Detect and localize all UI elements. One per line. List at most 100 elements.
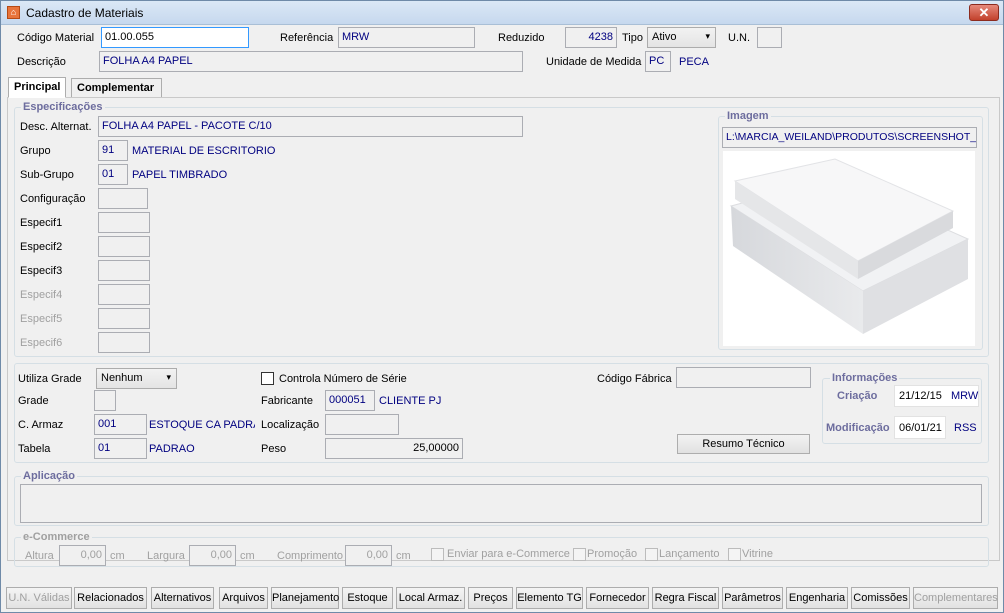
chevron-down-icon: ▾ bbox=[166, 372, 171, 382]
codigo-input[interactable]: 01.00.055 bbox=[101, 27, 249, 48]
fornecedor-button[interactable]: Fornecedor bbox=[586, 587, 649, 609]
codigo-fabrica-input[interactable] bbox=[676, 367, 811, 388]
unidade-label: Unidade de Medida bbox=[546, 56, 642, 68]
especif1-label: Especif1 bbox=[20, 217, 63, 229]
alternativos-button[interactable]: Alternativos bbox=[151, 587, 214, 609]
especif5-label: Especif5 bbox=[20, 313, 63, 325]
tabela-desc: PADRAO bbox=[149, 443, 195, 455]
engenharia-button[interactable]: Engenharia bbox=[786, 587, 848, 609]
estoque-button[interactable]: Estoque bbox=[342, 587, 393, 609]
especif3-input[interactable] bbox=[98, 260, 150, 281]
tipo-select[interactable]: Ativo ▾ bbox=[647, 27, 716, 48]
especif1-input[interactable] bbox=[98, 212, 150, 233]
un-input[interactable] bbox=[757, 27, 782, 48]
tab-principal[interactable]: Principal bbox=[8, 77, 67, 98]
grade-input[interactable] bbox=[94, 390, 116, 411]
elemento-tg-button[interactable]: Elemento TG bbox=[516, 587, 583, 609]
ecommerce-title: e-Commerce bbox=[21, 531, 92, 543]
especif6-label: Especif6 bbox=[20, 337, 63, 349]
modificacao-label: Modificação bbox=[826, 422, 890, 434]
informacoes-title: Informações bbox=[830, 372, 900, 384]
comprimento-label: Comprimento bbox=[277, 550, 344, 562]
grupo-desc: MATERIAL DE ESCRITORIO bbox=[132, 145, 276, 157]
especif3-label: Especif3 bbox=[20, 265, 63, 277]
close-button[interactable]: ✕ bbox=[969, 4, 999, 21]
altura-label: Altura bbox=[25, 550, 54, 562]
precos-button[interactable]: Preços bbox=[468, 587, 513, 609]
especif6-input bbox=[98, 332, 150, 353]
altura-unit: cm bbox=[110, 550, 125, 562]
planejamento-button[interactable]: Planejamento bbox=[271, 587, 339, 609]
promocao-checkbox bbox=[573, 548, 586, 561]
especif5-input bbox=[98, 308, 150, 329]
modificacao-user: RSS bbox=[954, 422, 977, 434]
utiliza-grade-value: Nenhum bbox=[101, 372, 143, 384]
window-title: Cadastro de Materiais bbox=[26, 6, 144, 20]
lancamento-label: Lançamento bbox=[659, 548, 720, 560]
localizacao-input[interactable] bbox=[325, 414, 399, 435]
codigo-label: Código Material bbox=[17, 32, 95, 44]
referencia-input[interactable]: MRW bbox=[338, 27, 475, 48]
largura-label: Largura bbox=[147, 550, 185, 562]
descricao-input[interactable]: FOLHA A4 PAPEL bbox=[99, 51, 523, 72]
desc-alt-input[interactable]: FOLHA A4 PAPEL - PACOTE C/10 bbox=[98, 116, 523, 137]
altura-input: 0,00 bbox=[59, 545, 106, 566]
largura-input: 0,00 bbox=[189, 545, 236, 566]
app-icon: ⌂ bbox=[7, 6, 20, 19]
grupo-code-input[interactable]: 91 bbox=[98, 140, 128, 161]
comissoes-button[interactable]: Comissões bbox=[851, 587, 910, 609]
resumo-tecnico-button[interactable]: Resumo Técnico bbox=[677, 434, 810, 454]
configuracao-label: Configuração bbox=[20, 193, 86, 205]
utiliza-grade-select[interactable]: Nenhum ▾ bbox=[96, 368, 177, 389]
reduzido-input[interactable]: 4238 bbox=[565, 27, 617, 48]
grupo-label: Grupo bbox=[20, 145, 51, 157]
fabricante-code-input[interactable]: 000051 bbox=[325, 390, 375, 411]
local-armaz-button[interactable]: Local Armaz. bbox=[396, 587, 465, 609]
configuracao-input[interactable] bbox=[98, 188, 148, 209]
reduzido-label: Reduzido bbox=[498, 32, 545, 44]
c-armaz-label: C. Armaz bbox=[18, 419, 64, 431]
regra-fiscal-button[interactable]: Regra Fiscal bbox=[652, 587, 719, 609]
fabricante-label: Fabricante bbox=[261, 395, 313, 407]
peso-input[interactable]: 25,00000 bbox=[325, 438, 463, 459]
enviar-ecommerce-checkbox bbox=[431, 548, 444, 561]
comprimento-unit: cm bbox=[396, 550, 411, 562]
criacao-label: Criação bbox=[837, 390, 878, 402]
tab-complementar[interactable]: Complementar bbox=[71, 78, 162, 98]
controla-serie-label: Controla Número de Série bbox=[279, 373, 407, 385]
relacionados-button[interactable]: Relacionados bbox=[74, 587, 147, 609]
utiliza-grade-label: Utiliza Grade bbox=[18, 373, 82, 385]
tipo-label: Tipo bbox=[622, 32, 643, 44]
localizacao-label: Localização bbox=[261, 419, 320, 431]
codigo-fabrica-label: Código Fábrica bbox=[597, 373, 672, 385]
vitrine-checkbox bbox=[728, 548, 741, 561]
desc-alt-label: Desc. Alternat. bbox=[20, 121, 92, 133]
especif4-input bbox=[98, 284, 150, 305]
referencia-label: Referência bbox=[280, 32, 334, 44]
especif4-label: Especif4 bbox=[20, 289, 63, 301]
especificacoes-title: Especificações bbox=[21, 101, 105, 113]
materials-window: ⌂ Cadastro de Materiais ✕ Código Materia… bbox=[0, 0, 1004, 613]
imagem-title: Imagem bbox=[725, 110, 771, 122]
peso-label: Peso bbox=[261, 443, 287, 455]
c-armaz-desc: ESTOQUE CA PADRAO bbox=[149, 419, 255, 431]
tabela-label: Tabela bbox=[18, 443, 51, 455]
vitrine-label: Vitrine bbox=[742, 548, 773, 560]
c-armaz-code-input[interactable]: 001 bbox=[94, 414, 147, 435]
un-validas-button: U.N. Válidas bbox=[6, 587, 72, 609]
parametros-button[interactable]: Parâmetros bbox=[722, 587, 783, 609]
imagem-path-input[interactable]: L:\MARCIA_WEILAND\PRODUTOS\SCREENSHOT_1. bbox=[722, 127, 977, 148]
unidade-code-input[interactable]: PC bbox=[645, 51, 671, 72]
subgrupo-code-input[interactable]: 01 bbox=[98, 164, 128, 185]
lancamento-checkbox bbox=[645, 548, 658, 561]
complementares-button: Complementares bbox=[913, 587, 998, 609]
product-image[interactable] bbox=[723, 151, 975, 346]
subgrupo-label: Sub-Grupo bbox=[20, 169, 74, 181]
arquivos-button[interactable]: Arquivos bbox=[219, 587, 268, 609]
aplicacao-textarea[interactable] bbox=[20, 484, 982, 523]
tabela-code-input[interactable]: 01 bbox=[94, 438, 147, 459]
controla-serie-checkbox[interactable] bbox=[261, 372, 274, 385]
criacao-user: MRW bbox=[951, 390, 979, 402]
especif2-input[interactable] bbox=[98, 236, 150, 257]
promocao-label: Promoção bbox=[587, 548, 638, 560]
